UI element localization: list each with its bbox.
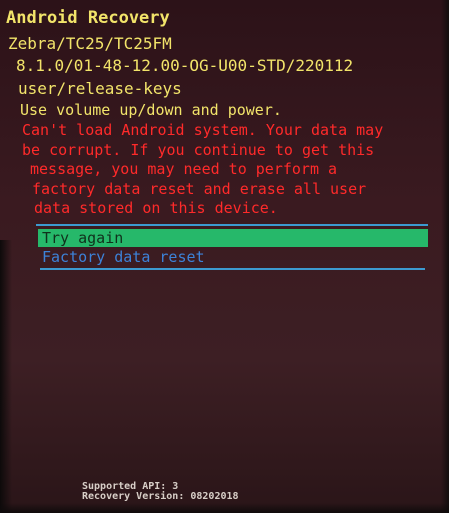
error-message: Can't load Android system. Your data may… [22, 121, 383, 219]
error-line: Can't load Android system. Your data may [22, 121, 384, 139]
device-name: Zebra/TC25/TC25FM [8, 34, 172, 53]
menu-divider-bottom [40, 268, 425, 270]
recovery-screen: Android Recovery Zebra/TC25/TC25FM 8.1.0… [0, 0, 449, 513]
error-line: data stored on this device. [34, 199, 278, 217]
bezel-edge-right [441, 0, 449, 513]
menu-item-factory-data-reset[interactable]: Factory data reset [42, 248, 205, 266]
recovery-title: Android Recovery [6, 8, 170, 28]
build-keys: user/release-keys [18, 79, 182, 98]
build-fingerprint: 8.1.0/01-48-12.00-OG-U00-STD/220112 [16, 56, 354, 75]
recovery-version-text: Recovery Version: 08202018 [82, 491, 239, 502]
recovery-footer: Supported API: 3 Recovery Version: 082020… [82, 482, 239, 502]
error-line: message, you may need to perform a [30, 160, 338, 178]
error-line: be corrupt. If you continue to get this [22, 140, 375, 159]
menu-item-try-again[interactable]: Try again [38, 229, 428, 247]
bezel-edge-bottom [0, 503, 449, 513]
menu-divider-top [36, 224, 428, 226]
bezel-edge-left [0, 240, 12, 513]
navigation-instructions: Use volume up/down and power. [20, 101, 282, 119]
error-line: factory data reset and erase all user [32, 179, 367, 198]
